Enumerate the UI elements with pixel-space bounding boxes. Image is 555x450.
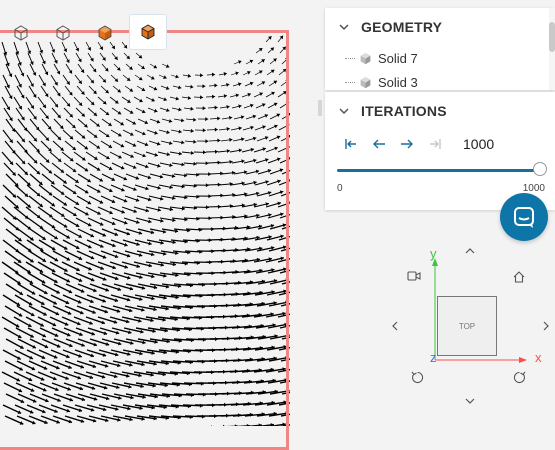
skip-last-icon [428, 138, 442, 150]
camera-button[interactable] [404, 268, 424, 284]
chevron-left-icon [392, 321, 398, 331]
vector-field-plot [0, 0, 290, 426]
view-toolbar [0, 14, 167, 52]
solid-view-button[interactable] [84, 14, 126, 52]
slider-track[interactable] [337, 169, 541, 172]
axis-x-label: x [535, 350, 542, 365]
geometry-scrollbar[interactable] [549, 8, 555, 90]
pan-down-button[interactable] [462, 394, 478, 408]
iterations-title: ITERATIONS [361, 103, 447, 119]
chevron-down-icon [465, 398, 475, 404]
tree-item-solid-3[interactable]: Solid 3 [325, 70, 555, 90]
scrollbar-thumb[interactable] [549, 22, 555, 52]
axis-y-label: y [430, 246, 437, 261]
geometry-title: GEOMETRY [361, 19, 442, 35]
tree-item-label: Solid 7 [378, 51, 418, 66]
view-cube[interactable]: TOP [437, 296, 497, 356]
iteration-value[interactable]: 1000 [463, 136, 494, 152]
skip-first-icon [344, 138, 358, 150]
vector-arrows [2, 36, 290, 426]
video-camera-icon [407, 271, 421, 281]
tree-item-label: Solid 3 [378, 75, 418, 90]
iterations-header[interactable]: ITERATIONS [325, 92, 555, 130]
tree-connector [345, 82, 355, 83]
chat-icon [512, 205, 536, 229]
cube-outline-icon [55, 25, 71, 41]
solid-edges-view-button[interactable] [129, 14, 167, 50]
panel-resize-handle[interactable] [318, 100, 322, 116]
chat-button[interactable] [500, 193, 548, 241]
iteration-controls: 1000 [319, 130, 555, 158]
geometry-panel: GEOMETRY Solid 7 Solid 3 [325, 8, 555, 90]
solid-cube-icon [359, 52, 372, 65]
slider-min-label: 0 [337, 183, 343, 194]
outline-view-button[interactable] [0, 14, 42, 52]
axis-z-label: z [430, 350, 437, 365]
solid-cube-icon [359, 76, 372, 89]
wireframe-view-button[interactable] [42, 14, 84, 52]
next-iteration-button[interactable] [393, 130, 421, 158]
arrow-right-icon [400, 138, 414, 150]
geometry-header[interactable]: GEOMETRY [325, 8, 555, 46]
tree-item-solid-7[interactable]: Solid 7 [325, 46, 555, 70]
rotate-ccw-icon [411, 371, 424, 384]
view-cube-face-label: TOP [459, 322, 475, 331]
pan-left-button[interactable] [388, 318, 402, 334]
chevron-down-icon [337, 104, 351, 118]
cube-outline-icon [13, 25, 29, 41]
iteration-slider[interactable] [337, 162, 541, 178]
last-iteration-button[interactable] [421, 130, 449, 158]
previous-iteration-button[interactable] [365, 130, 393, 158]
first-iteration-button[interactable] [337, 130, 365, 158]
cube-solid-icon [97, 25, 113, 41]
rotate-left-button[interactable] [408, 368, 426, 386]
chevron-down-icon [337, 20, 351, 34]
slider-thumb[interactable] [533, 162, 547, 176]
arrow-left-icon [372, 138, 386, 150]
tree-connector [345, 58, 355, 59]
cube-solid-icon [140, 24, 156, 40]
